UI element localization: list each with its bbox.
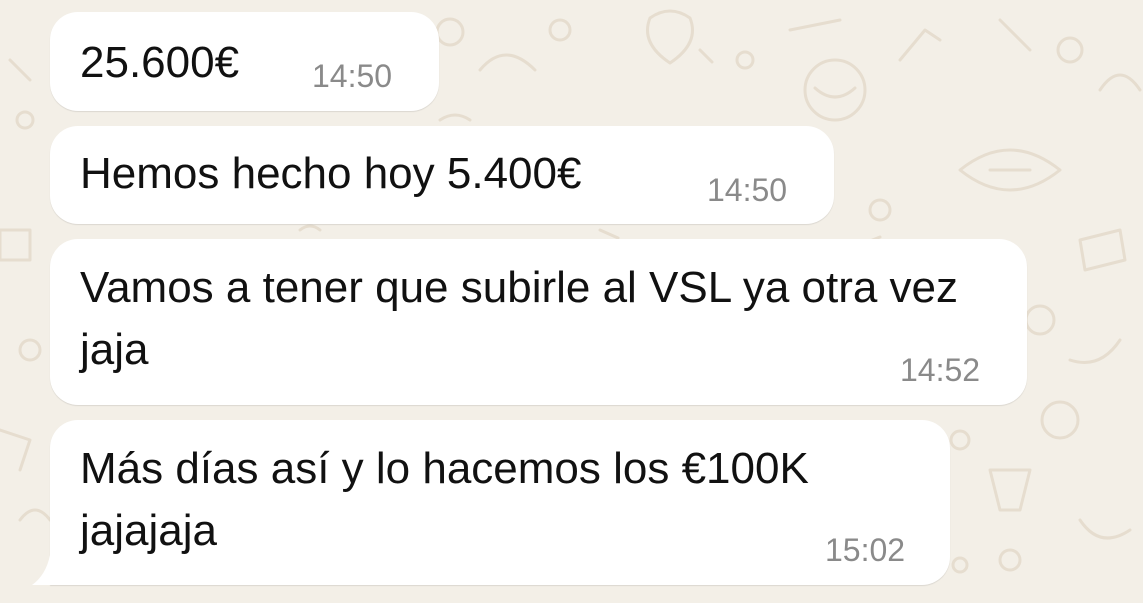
message-text: 25.600€ [80, 38, 240, 87]
message-timestamp: 14:50 [707, 172, 788, 208]
message-tail [32, 555, 50, 585]
chat-conversation: 25.600€ 14:50 Hemos hecho hoy 5.400€ 14:… [0, 0, 1143, 603]
message-bubble[interactable]: 25.600€ 14:50 [50, 12, 439, 111]
message-text: Hemos hecho hoy 5.400€ [80, 149, 582, 198]
message-timestamp: 14:50 [312, 58, 393, 94]
message-timestamp: 15:02 [825, 532, 906, 568]
message-bubble[interactable]: Hemos hecho hoy 5.400€ 14:50 [50, 126, 834, 224]
message-bubble[interactable]: Vamos a tener que subirle al VSL ya otra… [50, 239, 1027, 405]
message-text: Vamos a tener que subirle al VSL ya otra… [80, 263, 959, 374]
message-bubble[interactable]: Más días así y lo hacemos los €100K jaja… [50, 420, 950, 585]
message-timestamp: 14:52 [900, 352, 981, 388]
message-text: Más días así y lo hacemos los €100K jaja… [80, 444, 809, 555]
